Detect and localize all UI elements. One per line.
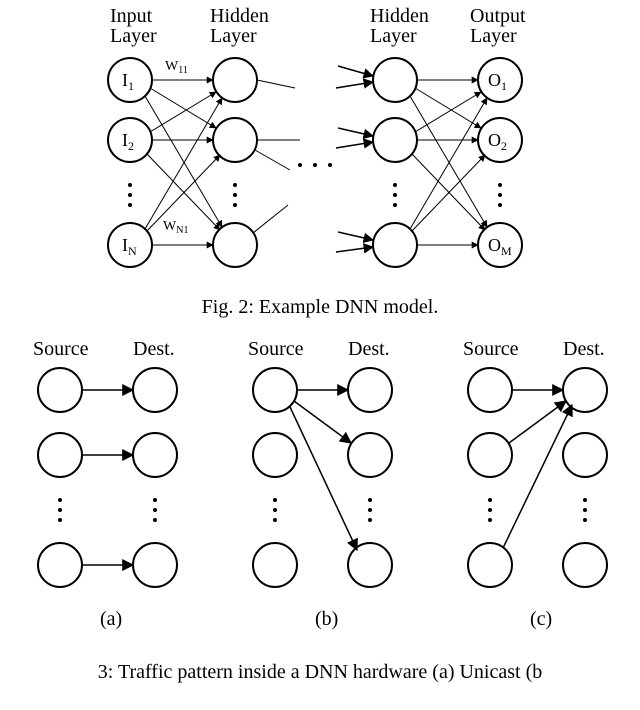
node-h2-2 bbox=[373, 118, 417, 162]
svg-text:Dest.: Dest. bbox=[133, 338, 175, 360]
label-hidden1-2: Layer bbox=[210, 25, 257, 47]
label-output-1: Output bbox=[470, 5, 526, 27]
node-h1-1 bbox=[213, 58, 257, 102]
node-h2-3 bbox=[373, 223, 417, 267]
svg-text:Dest.: Dest. bbox=[563, 338, 605, 360]
label-hidden1-1: Hidden bbox=[210, 5, 269, 27]
svg-text:(b): (b) bbox=[315, 608, 338, 630]
label-output-2: Layer bbox=[470, 25, 517, 47]
svg-text:Source: Source bbox=[33, 338, 89, 360]
svg-text:Dest.: Dest. bbox=[348, 338, 390, 360]
svg-text:(c): (c) bbox=[530, 608, 552, 630]
fig2-dnn-diagram: Input Layer Hidden Layer Hidden Layer Ou… bbox=[0, 0, 640, 290]
node-h2-1 bbox=[373, 58, 417, 102]
svg-text:Source: Source bbox=[248, 338, 304, 360]
svg-text:Source: Source bbox=[463, 338, 519, 360]
fig3-caption: 3: Traffic pattern inside a DNN hardware… bbox=[0, 661, 640, 684]
svg-text:(a): (a) bbox=[100, 608, 122, 630]
fig3-traffic-diagram: Source Dest. Source Dest. Source Dest. (… bbox=[0, 325, 640, 655]
fig2-caption: Fig. 2: Example DNN model. bbox=[0, 296, 640, 319]
label-hidden2-1: Hidden bbox=[370, 5, 429, 27]
label-input-2: Layer bbox=[110, 25, 157, 47]
label-hidden2-2: Layer bbox=[370, 25, 417, 47]
svg-text:W11: W11 bbox=[165, 59, 188, 76]
svg-text:WN1: WN1 bbox=[163, 219, 188, 236]
label-input-1: Input bbox=[110, 5, 153, 27]
